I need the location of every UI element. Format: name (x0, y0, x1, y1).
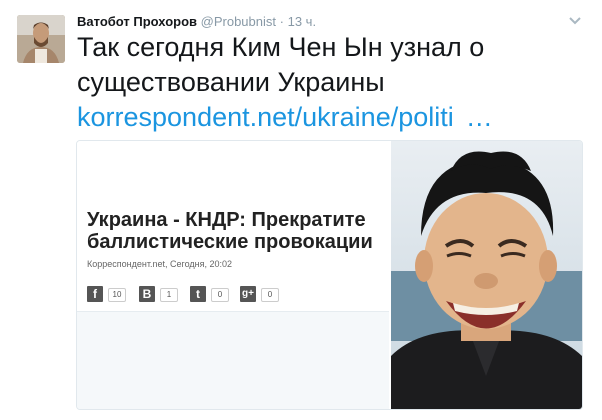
facebook-icon: f (87, 286, 103, 302)
share-count: 0 (211, 288, 229, 302)
share-count: 0 (261, 288, 279, 302)
tweet-link[interactable]: korrespondent.net/ukraine/politi (77, 102, 454, 132)
tweet-header: Ватобот Прохоров @Probubnist · 13 ч. (77, 14, 316, 29)
google-plus-icon: g+ (240, 286, 256, 302)
card-meta: Корреспондент.net, Сегодня, 20:02 (87, 259, 232, 269)
card-headline: Украина - КНДР: Прекратите баллистически… (87, 209, 373, 253)
timestamp[interactable]: 13 ч. (288, 14, 316, 29)
share-count: 1 (160, 288, 178, 302)
card-photo (391, 141, 582, 409)
twitter-icon: t (190, 286, 206, 302)
user-handle[interactable]: @Probubnist (201, 14, 276, 29)
chevron-down-icon[interactable] (566, 13, 584, 31)
link-card[interactable]: Украина - КНДР: Прекратите баллистически… (76, 140, 583, 410)
separator-dot: · (279, 14, 284, 29)
chevron-down-glyph (569, 17, 581, 25)
avatar-image (17, 15, 65, 63)
tweet-body: Так сегодня Ким Чен Ын узнал о существов… (77, 32, 485, 97)
card-footer-area (77, 312, 389, 409)
avatar[interactable] (17, 15, 65, 63)
link-ellipsis: … (465, 102, 493, 132)
tweet-text: Так сегодня Ким Чен Ын узнал о существов… (77, 30, 587, 135)
tweet: Ватобот Прохоров @Probubnist · 13 ч. Так… (0, 0, 602, 420)
display-name[interactable]: Ватобот Прохоров (77, 14, 197, 29)
share-count: 10 (108, 288, 126, 302)
vk-icon: B (139, 286, 155, 302)
portrait-illustration (391, 141, 582, 409)
